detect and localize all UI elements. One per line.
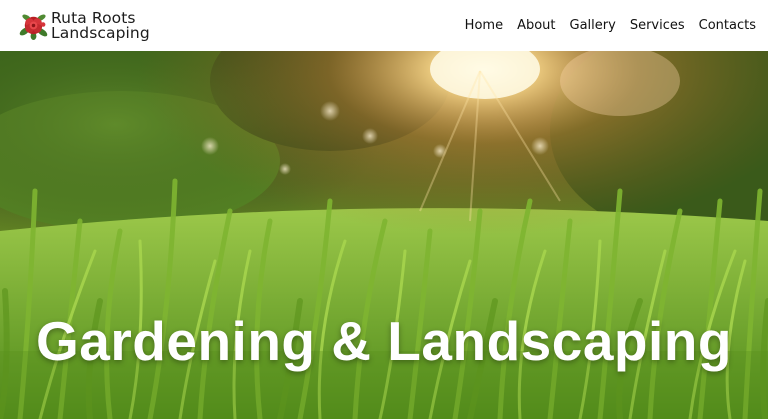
hero-title: Gardening & Landscaping bbox=[35, 310, 733, 372]
nav-home[interactable]: Home bbox=[465, 14, 503, 37]
hero-section: Gardening & Landscaping bbox=[0, 51, 768, 419]
nav-gallery[interactable]: Gallery bbox=[570, 14, 616, 37]
brand-name: Ruta Roots Landscaping bbox=[51, 10, 150, 42]
rose-flower-icon bbox=[19, 14, 48, 41]
brand-name-line2: Landscaping bbox=[51, 23, 150, 42]
nav-services[interactable]: Services bbox=[630, 14, 685, 37]
nav-contacts[interactable]: Contacts bbox=[699, 14, 756, 37]
site-header: Ruta Roots Landscaping Home About Galler… bbox=[0, 0, 768, 51]
main-nav: Home About Gallery Services Contacts bbox=[465, 14, 756, 37]
brand-home-link[interactable]: Ruta Roots Landscaping bbox=[18, 10, 150, 41]
nav-about[interactable]: About bbox=[517, 14, 555, 37]
